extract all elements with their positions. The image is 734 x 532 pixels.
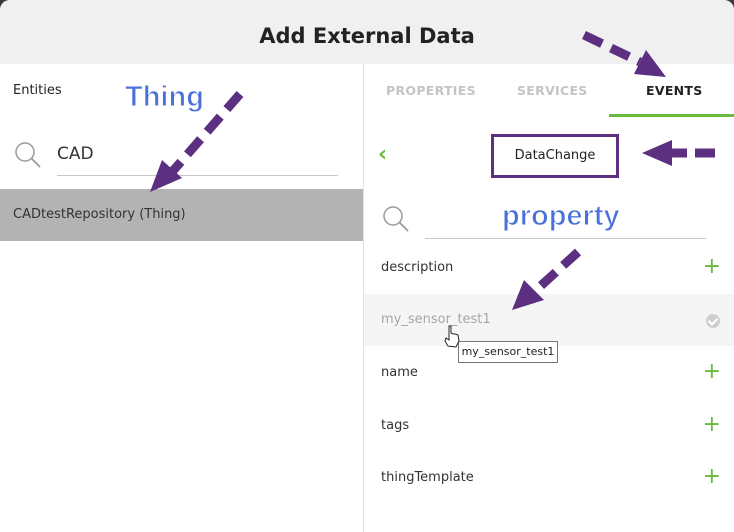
property-filter-input[interactable] — [425, 238, 706, 239]
dialog-title: Add External Data — [259, 24, 475, 48]
add-icon[interactable]: + — [703, 466, 721, 488]
list-item[interactable]: my_sensor_test1 — [364, 294, 734, 346]
add-external-data-dialog: Add External Data Entities CAD CADtestRe… — [0, 0, 734, 532]
property-label: my_sensor_test1 — [381, 312, 491, 327]
tab-events[interactable]: EVENTS — [646, 83, 703, 98]
entity-search-input[interactable]: CAD — [57, 144, 94, 164]
chevron-left-icon[interactable]: ‹ — [378, 142, 387, 167]
dialog-header: Add External Data — [0, 0, 734, 64]
add-icon[interactable]: + — [703, 414, 721, 436]
details-panel: PROPERTIES SERVICES EVENTS ‹ DataChange … — [364, 64, 734, 532]
list-item[interactable]: description + — [364, 242, 734, 294]
entities-panel: Entities CAD CADtestRepository (Thing) — [0, 64, 364, 532]
thing-annotation: Thing — [125, 81, 205, 114]
entities-heading: Entities — [13, 83, 62, 98]
property-label: name — [381, 365, 418, 380]
property-annotation: property — [502, 200, 621, 233]
active-tab-indicator — [609, 114, 734, 117]
selected-event-label[interactable]: DataChange — [494, 148, 616, 163]
add-icon[interactable]: + — [703, 361, 721, 383]
tab-services[interactable]: SERVICES — [517, 83, 588, 98]
property-tooltip: my_sensor_test1 — [458, 341, 558, 363]
property-label: description — [381, 260, 454, 275]
check-icon — [706, 314, 720, 328]
list-item[interactable]: thingTemplate + — [364, 452, 734, 504]
entity-result-row[interactable]: CADtestRepository (Thing) — [0, 189, 363, 241]
property-label: tags — [381, 418, 410, 433]
property-label: thingTemplate — [381, 470, 474, 485]
search-icon[interactable] — [13, 140, 43, 170]
list-item[interactable]: tags + — [364, 400, 734, 452]
search-icon[interactable] — [381, 204, 411, 234]
search-underline — [57, 175, 338, 176]
selected-event-highlight: DataChange — [491, 134, 619, 178]
add-icon[interactable]: + — [703, 256, 721, 278]
entity-result-label: CADtestRepository (Thing) — [13, 207, 186, 222]
tab-properties[interactable]: PROPERTIES — [386, 83, 476, 98]
